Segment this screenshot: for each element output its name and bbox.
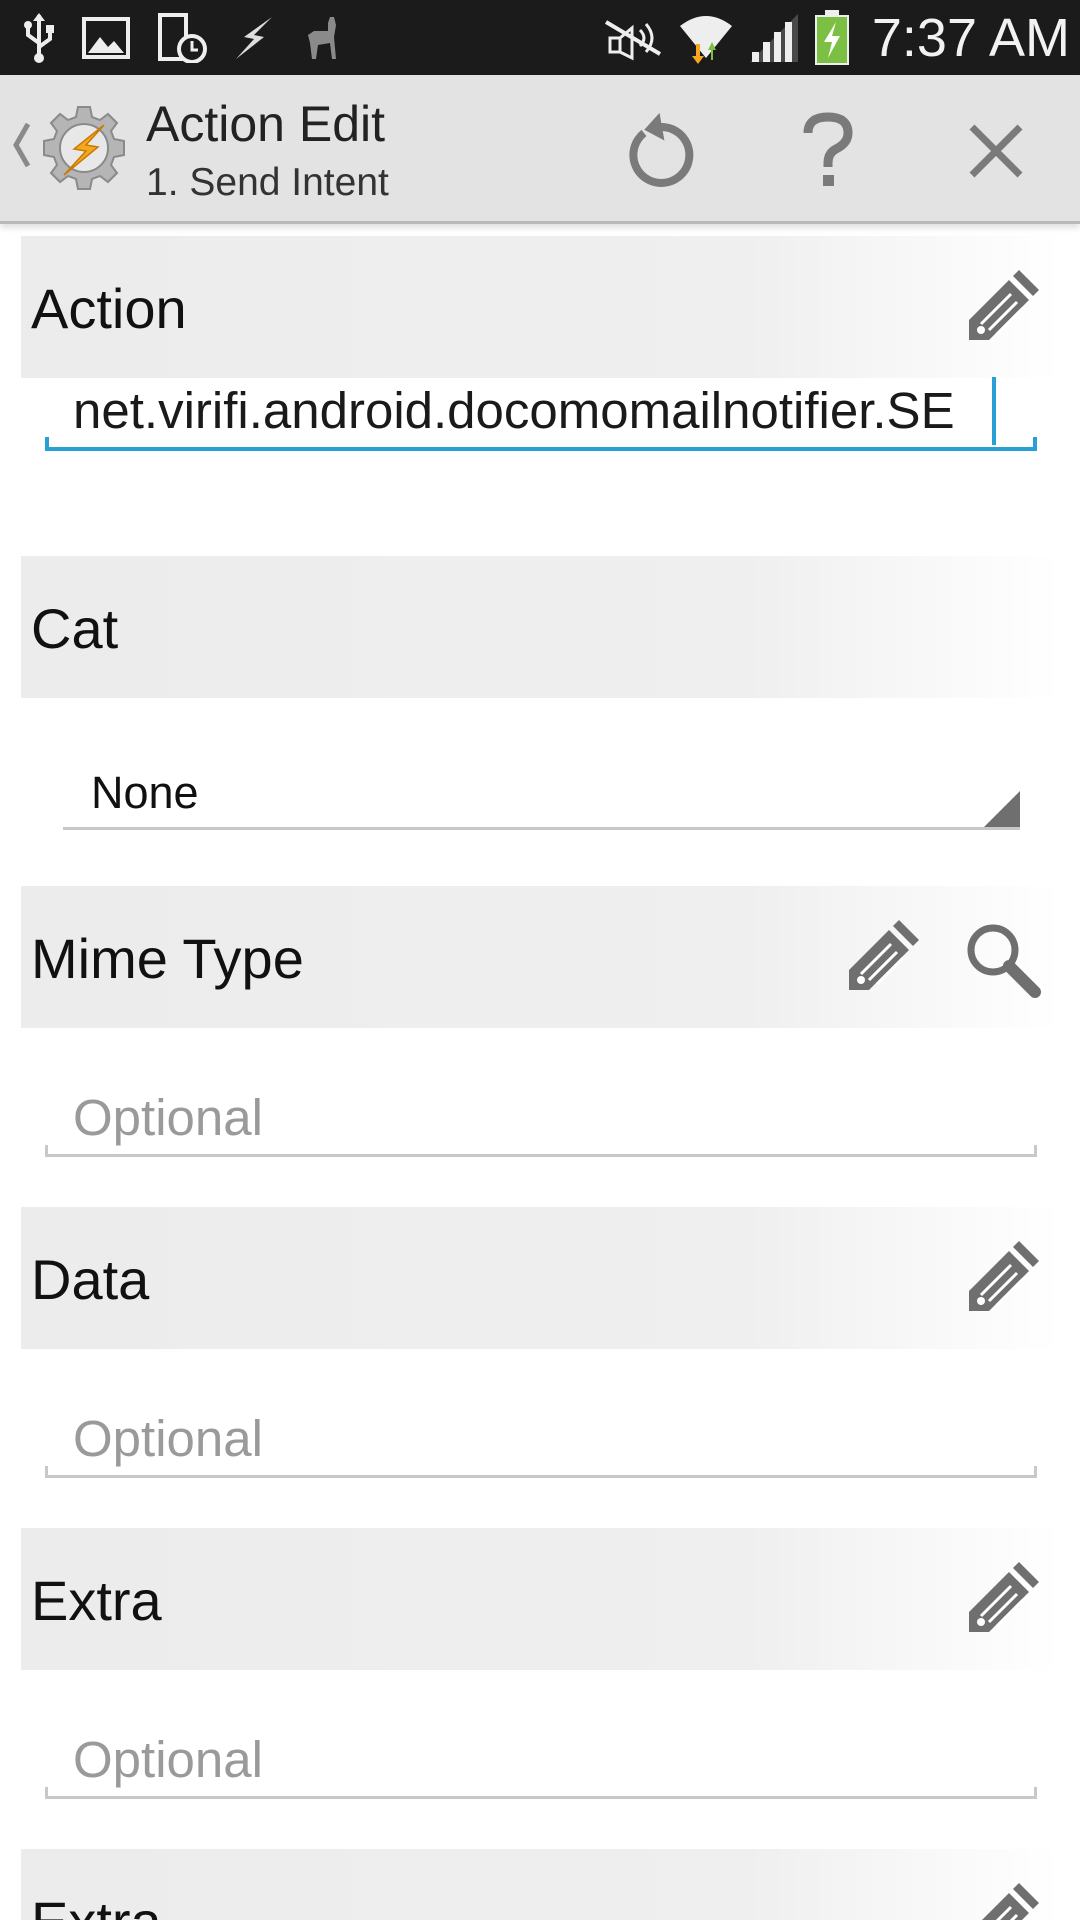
help-button[interactable] <box>780 103 876 199</box>
llama-icon <box>308 17 336 59</box>
section-header-mime-type: Mime Type <box>21 886 1060 1028</box>
section-header-action: Action <box>21 236 1060 378</box>
section-title-extra-2: Extra <box>31 1889 162 1920</box>
no-signal-icon <box>604 20 661 61</box>
data-input[interactable]: Optional <box>45 1405 1037 1478</box>
data-placeholder: Optional <box>73 1410 263 1467</box>
section-title-mime-type: Mime Type <box>31 927 304 990</box>
usb-icon <box>24 13 54 63</box>
pencil-icon[interactable] <box>961 268 1041 348</box>
status-bar-system: 7:37 AM <box>602 6 1070 70</box>
section-title-data: Data <box>31 1248 150 1311</box>
refresh-button[interactable] <box>612 103 708 199</box>
close-icon <box>969 124 1023 178</box>
mime-type-input[interactable]: Optional <box>45 1084 1037 1157</box>
pencil-icon[interactable] <box>961 1881 1041 1920</box>
section-header-extra: Extra <box>21 1528 1060 1670</box>
action-bar: Action Edit 1. Send Intent <box>0 75 1080 224</box>
action-edit-form[interactable]: Action net.virifi.android.docomomailnoti… <box>0 224 1080 1920</box>
section-title-cat: Cat <box>31 597 119 660</box>
tasker-bolt-icon <box>236 17 272 59</box>
cat-spinner[interactable]: None <box>63 767 1020 830</box>
wifi-icon <box>679 16 732 64</box>
action-input[interactable]: net.virifi.android.docomomailnotifier.SE <box>45 377 1037 451</box>
clock-battery-icon <box>158 13 207 63</box>
section-header-extra-2: Extra <box>21 1849 1060 1920</box>
clock: 7:37 AM <box>871 8 1070 68</box>
pencil-icon[interactable] <box>961 1560 1041 1640</box>
tasker-app-icon[interactable] <box>38 103 130 195</box>
pencil-icon[interactable] <box>961 1239 1041 1319</box>
back-chevron-icon[interactable] <box>10 120 32 170</box>
search-icon[interactable] <box>961 918 1041 998</box>
mime-type-placeholder: Optional <box>73 1089 263 1146</box>
section-title-extra: Extra <box>31 1569 162 1632</box>
spinner-arrow-icon <box>984 791 1020 827</box>
action-bar-title: Action Edit <box>146 96 386 152</box>
signal-bars-icon <box>749 14 798 62</box>
action-bar-subtitle: 1. Send Intent <box>146 161 389 204</box>
section-title-action: Action <box>31 277 187 340</box>
pencil-icon[interactable] <box>841 918 921 998</box>
text-cursor <box>992 377 996 445</box>
refresh-icon <box>629 112 694 187</box>
image-icon <box>82 17 130 59</box>
battery-charging-icon <box>814 10 849 65</box>
extra-input[interactable]: Optional <box>45 1726 1037 1799</box>
extra-placeholder: Optional <box>73 1731 263 1788</box>
close-button[interactable] <box>948 103 1044 199</box>
status-bar-notifications <box>22 12 344 64</box>
help-icon <box>803 112 853 186</box>
section-header-cat: Cat <box>21 556 1060 698</box>
action-input-value: net.virifi.android.docomomailnotifier.SE <box>73 382 955 439</box>
status-bar: 7:37 AM <box>0 0 1080 75</box>
section-header-data: Data <box>21 1207 1060 1349</box>
cat-spinner-selected: None <box>91 767 199 818</box>
